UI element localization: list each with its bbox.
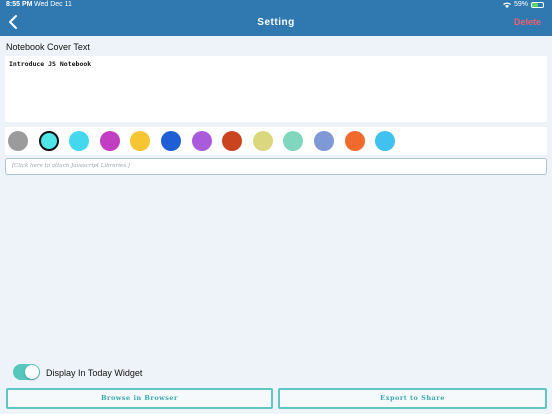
color-swatch[interactable] xyxy=(99,131,120,151)
color-swatch[interactable] xyxy=(8,131,28,151)
color-swatch[interactable] xyxy=(130,131,151,151)
navigation-bar: 8:55 PM Wed Dec 11 59% Setting Delete xyxy=(0,0,552,36)
status-time: 8:55 PM xyxy=(6,1,33,8)
status-date: Wed Dec 11 xyxy=(34,1,72,8)
color-picker xyxy=(5,127,547,155)
wifi-icon xyxy=(502,2,511,8)
battery-percent: 59% xyxy=(513,1,528,8)
color-swatch[interactable] xyxy=(69,131,90,151)
export-to-share-button[interactable]: Export to Share xyxy=(278,388,547,409)
toggle-knob xyxy=(25,365,39,379)
color-swatch[interactable] xyxy=(283,131,304,151)
status-indicators: 59% xyxy=(502,1,544,8)
color-swatch[interactable] xyxy=(375,131,396,151)
color-swatch[interactable] xyxy=(314,131,334,151)
today-widget-toggle[interactable] xyxy=(13,364,40,380)
today-widget-label: Display In Today Widget xyxy=(46,368,143,378)
browse-in-browser-button[interactable]: Browse in Browser xyxy=(6,388,273,409)
color-swatch[interactable] xyxy=(344,131,365,151)
cover-text-label: Notebook Cover Text xyxy=(6,42,90,52)
color-swatch[interactable] xyxy=(222,131,243,151)
color-swatch[interactable] xyxy=(38,131,59,151)
cover-text-field[interactable] xyxy=(5,56,547,122)
color-swatch[interactable] xyxy=(252,131,273,151)
page-title: Setting xyxy=(257,17,295,28)
battery-icon xyxy=(531,1,544,8)
attach-libraries-field[interactable]: [Click here to attach Javascript Librari… xyxy=(5,158,547,175)
delete-button[interactable]: Delete xyxy=(514,17,541,27)
color-swatch[interactable] xyxy=(191,131,212,151)
color-swatch[interactable] xyxy=(161,131,181,151)
